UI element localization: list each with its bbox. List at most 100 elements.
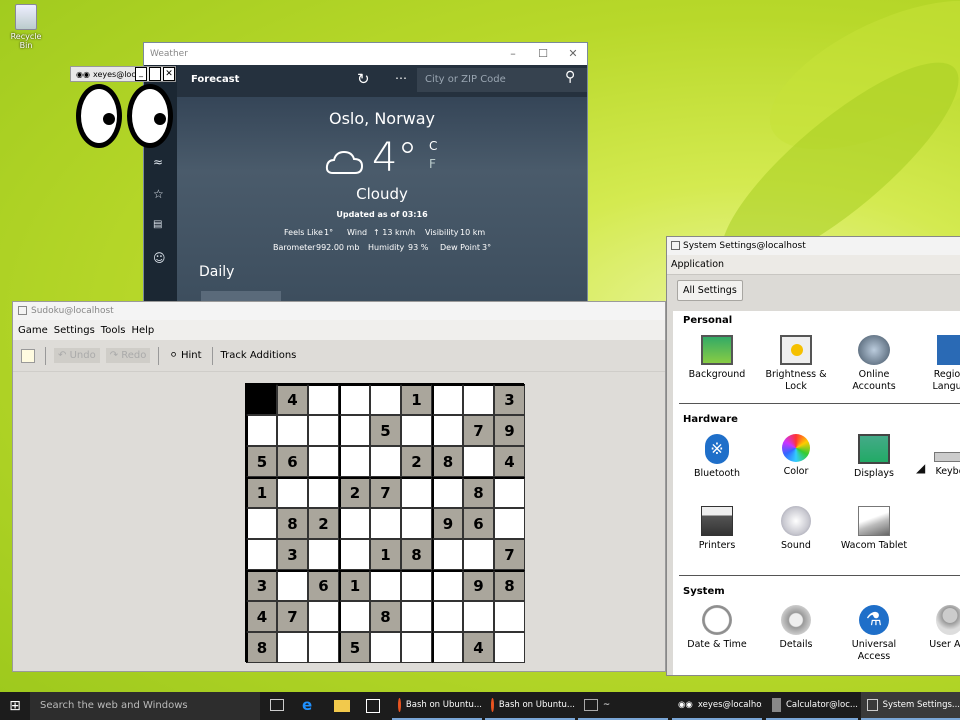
history-icon[interactable]: ≈ — [153, 155, 163, 169]
item-background[interactable]: Background — [682, 335, 752, 381]
sudoku-cell[interactable] — [277, 570, 308, 601]
redo-button[interactable]: ↷ Redo — [105, 348, 151, 363]
item-bluetooth[interactable]: ※ Bluetooth — [682, 434, 752, 480]
sudoku-cell[interactable]: 6 — [308, 570, 339, 601]
sudoku-cell[interactable]: 3 — [246, 570, 277, 601]
sudoku-cell[interactable]: 1 — [339, 570, 370, 601]
minimize-button[interactable]: – — [498, 43, 528, 65]
sudoku-cell[interactable]: 1 — [401, 384, 432, 415]
menu-tools[interactable]: Tools — [101, 325, 126, 336]
sudoku-cell[interactable]: 6 — [463, 508, 494, 539]
search-icon[interactable]: ⚲ — [565, 69, 575, 85]
all-settings-button[interactable]: All Settings — [677, 280, 743, 301]
sudoku-cell[interactable] — [370, 508, 401, 539]
sudoku-cell[interactable] — [401, 632, 432, 663]
sudoku-cell[interactable] — [494, 601, 525, 632]
sudoku-cell[interactable]: 2 — [339, 477, 370, 508]
sudoku-cell[interactable] — [277, 477, 308, 508]
sudoku-cell[interactable]: 9 — [494, 415, 525, 446]
item-user-accounts[interactable]: User Acc — [915, 605, 960, 651]
sudoku-cell[interactable]: 8 — [463, 477, 494, 508]
settings-titlebar[interactable]: System Settings@localhost — [667, 237, 960, 255]
sudoku-cell[interactable] — [246, 508, 277, 539]
menu-help[interactable]: Help — [131, 325, 154, 336]
sudoku-cell[interactable] — [370, 446, 401, 477]
taskbar-search-input[interactable]: Search the web and Windows — [30, 692, 260, 720]
more-icon[interactable]: ⋯ — [395, 71, 407, 85]
sudoku-cell[interactable]: 3 — [277, 539, 308, 570]
item-wacom[interactable]: Wacom Tablet — [839, 506, 909, 552]
sudoku-cell[interactable]: 4 — [494, 446, 525, 477]
sudoku-cell[interactable] — [308, 384, 339, 415]
sudoku-cell[interactable] — [308, 632, 339, 663]
menu-game[interactable]: Game — [18, 325, 48, 336]
sudoku-cell[interactable]: 8 — [432, 446, 463, 477]
taskbar-calculator[interactable]: Calculator@loc... — [766, 692, 858, 720]
taskbar-bash-2[interactable]: Bash on Ubuntu... — [485, 692, 575, 720]
hint-button[interactable]: ⚪ Hint — [169, 350, 201, 361]
recycle-bin[interactable]: Recycle Bin — [6, 4, 46, 50]
sudoku-window[interactable]: Sudoku@localhost Game Settings Tools Hel… — [12, 301, 666, 672]
sudoku-cell[interactable] — [401, 477, 432, 508]
sudoku-cell[interactable]: 9 — [432, 508, 463, 539]
sudoku-cell[interactable]: 4 — [277, 384, 308, 415]
item-displays[interactable]: Displays — [839, 434, 909, 480]
sudoku-cell[interactable] — [432, 601, 463, 632]
sudoku-cell[interactable]: 7 — [463, 415, 494, 446]
close-button[interactable]: ✕ — [163, 67, 175, 81]
sudoku-cell[interactable] — [308, 415, 339, 446]
sudoku-cell[interactable]: 2 — [401, 446, 432, 477]
favorites-icon[interactable]: ☆ — [153, 187, 164, 201]
task-view-icon[interactable] — [270, 699, 284, 711]
sudoku-cell[interactable] — [463, 384, 494, 415]
unit-fahrenheit[interactable]: F — [429, 157, 436, 171]
unit-celsius[interactable]: C — [429, 139, 437, 153]
sudoku-cell[interactable] — [308, 446, 339, 477]
file-explorer-icon[interactable] — [334, 700, 350, 712]
menu-settings[interactable]: Settings — [54, 325, 95, 336]
taskbar-terminal[interactable]: ~ — [578, 692, 668, 720]
sudoku-cell[interactable] — [401, 570, 432, 601]
sudoku-cell[interactable] — [432, 539, 463, 570]
item-online-accounts[interactable]: Online Accounts — [839, 335, 909, 393]
undo-button[interactable]: ↶ Undo — [54, 348, 100, 363]
sudoku-cell[interactable] — [370, 384, 401, 415]
item-universal-access[interactable]: ⚗ Universal Access — [839, 605, 909, 663]
weather-titlebar[interactable]: Weather – ☐ ✕ — [144, 43, 587, 65]
sudoku-cell[interactable]: 8 — [246, 632, 277, 663]
sudoku-cell[interactable]: 9 — [463, 570, 494, 601]
sudoku-cell[interactable]: 7 — [494, 539, 525, 570]
weather-window[interactable]: Weather – ☐ ✕ ≈ ☆ ▤ ☺ Forecast ↻ ⋯ City … — [143, 42, 588, 302]
item-sound[interactable]: Sound — [761, 506, 831, 552]
sudoku-cell[interactable]: 1 — [370, 539, 401, 570]
track-additions-button[interactable]: Track Additions — [221, 350, 297, 361]
close-button[interactable]: ✕ — [558, 43, 587, 65]
item-details[interactable]: Details — [761, 605, 831, 651]
settings-window[interactable]: System Settings@localhost Application Al… — [666, 236, 960, 676]
taskbar-bash-1[interactable]: Bash on Ubuntu... — [392, 692, 482, 720]
sudoku-cell[interactable]: 8 — [494, 570, 525, 601]
sudoku-cell[interactable]: 7 — [370, 477, 401, 508]
sudoku-cell[interactable] — [401, 508, 432, 539]
taskbar-system-settings[interactable]: System Settings... — [861, 692, 960, 720]
sudoku-cell[interactable] — [463, 446, 494, 477]
sudoku-cell[interactable]: 5 — [246, 446, 277, 477]
sudoku-cell[interactable] — [339, 415, 370, 446]
sudoku-cell[interactable] — [494, 508, 525, 539]
sudoku-cell[interactable] — [370, 570, 401, 601]
news-icon[interactable]: ▤ — [153, 219, 162, 230]
feedback-icon[interactable]: ☺ — [153, 251, 166, 265]
city-search-input[interactable]: City or ZIP Code — [417, 68, 587, 92]
sudoku-cell[interactable]: 4 — [246, 601, 277, 632]
store-icon[interactable] — [366, 699, 380, 713]
sudoku-grid[interactable]: 4135795628412788296318736198478854 — [245, 383, 525, 663]
sudoku-cell[interactable] — [339, 539, 370, 570]
sudoku-titlebar[interactable]: Sudoku@localhost — [13, 302, 665, 320]
new-game-icon[interactable] — [21, 348, 35, 363]
sudoku-cell[interactable] — [246, 384, 277, 415]
sudoku-cell[interactable] — [401, 601, 432, 632]
sudoku-cell[interactable] — [308, 601, 339, 632]
item-brightness[interactable]: Brightness & Lock — [761, 335, 831, 393]
sudoku-cell[interactable] — [401, 415, 432, 446]
sudoku-cell[interactable] — [432, 632, 463, 663]
